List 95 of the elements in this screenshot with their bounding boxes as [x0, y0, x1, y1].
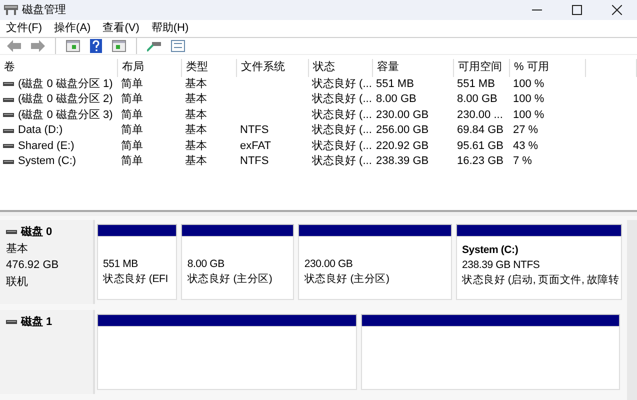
table-cell-text: 基本: [185, 92, 207, 108]
panel-icon[interactable]: [63, 40, 83, 52]
column-header[interactable]: % 可用: [510, 58, 586, 77]
close-icon: [612, 5, 622, 15]
table-cell-text: 220.92 GB: [376, 138, 429, 154]
partition-size: 8.00 GB: [187, 257, 224, 272]
table-cell-text: 100 %: [513, 92, 544, 108]
column-header[interactable]: 状态: [309, 58, 373, 77]
table-cell-text: 551 MB: [457, 76, 495, 92]
column-header[interactable]: 文件系统: [237, 58, 309, 77]
table-cell-text: 简单: [121, 76, 143, 92]
column-header[interactable]: 容量: [373, 58, 454, 77]
table-cell-text: 状态良好 (...: [312, 138, 372, 154]
disk-icon: [6, 229, 17, 236]
table-cell-text: 16.23 GB: [457, 154, 504, 170]
partition-block[interactable]: [97, 314, 356, 390]
partition-block[interactable]: 551 MB 状态良好 (EFI: [97, 224, 178, 300]
table-cell-text: exFAT: [240, 138, 271, 154]
disk-icon: [3, 143, 14, 150]
table-cell-text: 基本: [185, 123, 207, 138]
table-cell-text: 69.84 GB: [457, 123, 504, 138]
partition-status: 状态良好 (EFI: [103, 272, 168, 287]
column-header[interactable]: 可用空间: [454, 58, 510, 77]
disk-info: 基本: [6, 242, 29, 256]
partition-status: 状态良好 (主分区): [187, 272, 272, 287]
partition-size: 230.00 GB: [304, 257, 353, 272]
table-cell-text: 43 %: [513, 138, 538, 154]
partition-size: 551 MB: [103, 257, 138, 272]
disk-icon: [3, 96, 14, 103]
table-cell-text: 状态良好 (...: [312, 76, 372, 92]
table-cell-text: 状态良好 (...: [312, 108, 372, 123]
table-cell-text: 简单: [121, 92, 143, 108]
table-cell-text: 基本: [185, 138, 207, 154]
table-cell-text: 简单: [121, 108, 143, 123]
table-cell-text: (磁盘 0 磁盘分区 3): [18, 108, 113, 123]
table-cell-text: System (C:): [18, 154, 76, 170]
table-cell-text: 8.00 GB: [457, 92, 498, 108]
disk-icon: [3, 81, 14, 88]
partition-block[interactable]: [360, 314, 620, 390]
app-icon: [4, 5, 18, 15]
table-cell-text: 基本: [185, 108, 207, 123]
table-cell-text: 100 %: [513, 108, 544, 123]
table-cell-text: NTFS: [240, 123, 269, 138]
disk-icon: [3, 112, 14, 118]
partition-block[interactable]: System (C:) 238.39 GB NTFS 状态良好 (启动, 页面文件, 故障转: [456, 224, 622, 300]
connect-icon[interactable]: [144, 40, 164, 52]
table-cell-text: Shared (E:): [18, 138, 74, 154]
partition-status: 状态良好 (启动, 页面文件, 故障转: [462, 273, 620, 288]
disk-info: 联机: [6, 274, 29, 290]
table-cell-text: 状态良好 (...: [312, 154, 372, 170]
table-cell-text: 8.00 GB: [376, 92, 416, 108]
table-cell-text: 256.00 GB: [376, 123, 429, 138]
table-cell-text: (磁盘 0 磁盘分区 1): [18, 76, 113, 92]
table-cell-text: 7 %: [513, 154, 532, 170]
disk-icon: [3, 158, 14, 165]
table-cell-text: 238.39 GB: [376, 154, 429, 170]
table-cell-text: 简单: [121, 154, 143, 170]
menu-item[interactable]: 操作(A): [48, 20, 97, 36]
forward-icon[interactable]: [28, 40, 48, 52]
table-cell-text: 状态良好 (...: [312, 123, 372, 138]
table-cell-text: 27 %: [513, 123, 538, 138]
disk-icon: [6, 319, 17, 326]
table-cell-text: NTFS: [240, 154, 269, 170]
column-header[interactable]: 类型: [182, 58, 237, 77]
maximize-icon: [572, 5, 582, 15]
partition-block[interactable]: 8.00 GB 状态良好 (主分区): [181, 224, 294, 300]
menu-item[interactable]: 文件(F): [0, 20, 48, 36]
partition-status: 状态良好 (主分区): [304, 272, 390, 287]
table-cell-text: 230.00 GB: [376, 108, 429, 123]
partition-block[interactable]: 230.00 GB 状态良好 (主分区): [298, 224, 452, 300]
column-header[interactable]: 卷: [0, 58, 118, 77]
table-cell-text: (磁盘 0 磁盘分区 2): [18, 92, 113, 108]
window-title: 磁盘管理: [22, 2, 66, 18]
table-cell-text: 基本: [185, 154, 207, 170]
table-cell-text: 简单: [121, 138, 143, 154]
table-cell-text: Data (D:): [18, 123, 63, 138]
disk-name: 磁盘 0: [21, 225, 52, 240]
help-icon[interactable]: [87, 38, 105, 53]
table-cell-text: 状态良好 (...: [312, 92, 372, 108]
partition-title: System (C:): [462, 243, 518, 258]
disk-icon: [3, 128, 14, 134]
disk-info: 476.92 GB: [6, 258, 60, 273]
panel-icon[interactable]: [109, 40, 129, 52]
menu-item[interactable]: 帮助(H): [145, 20, 195, 36]
table-cell-text: 551 MB: [376, 76, 414, 92]
column-header[interactable]: 布局: [118, 58, 182, 77]
partition-size: 238.39 GB NTFS: [462, 258, 540, 273]
table-cell-text: 基本: [185, 76, 207, 92]
table-cell-text: 95.61 GB: [457, 138, 504, 154]
table-cell-text: 简单: [121, 123, 143, 138]
menu-item[interactable]: 查看(V): [96, 20, 146, 36]
disk-name: 磁盘 1: [21, 315, 52, 330]
table-cell-text: 100 %: [513, 76, 544, 92]
table-cell-text: 230.00 ...: [457, 108, 503, 123]
list-icon[interactable]: [168, 40, 188, 52]
